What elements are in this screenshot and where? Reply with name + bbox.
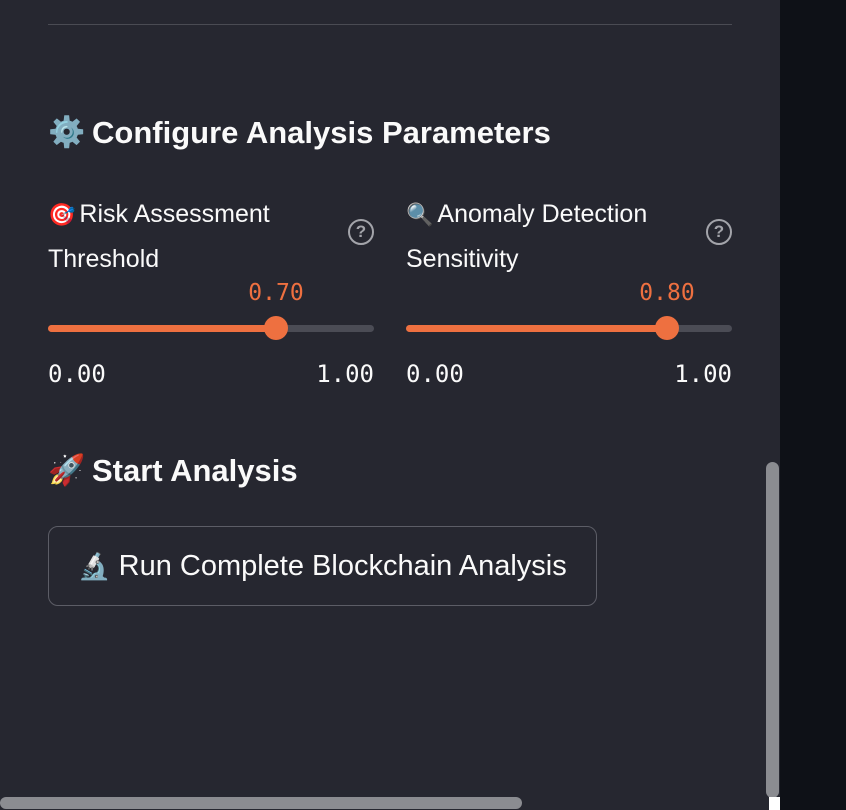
start-section-title-text: Start Analysis [92,453,298,488]
anomaly-sensitivity-label: 🔍 Anomaly Detection Sensitivity [406,192,676,282]
microscope-icon: 🔬 [78,550,111,581]
sidebar: ⚙️ Configure Analysis Parameters 🎯 Risk A… [0,0,780,810]
anomaly-sensitivity-max: 1.00 [674,360,732,388]
risk-threshold-value: 0.70 [248,280,304,306]
anomaly-sensitivity-track-fill [406,325,667,332]
anomaly-sensitivity-min: 0.00 [406,360,464,388]
anomaly-sensitivity-track[interactable] [406,325,732,332]
risk-threshold-label-text: Risk Assessment Threshold [48,200,270,273]
help-icon[interactable]: ? [348,219,374,245]
risk-threshold-slider[interactable]: 🎯 Risk Assessment Threshold ? 0.70 0.00 1… [48,192,374,392]
main-area-edge [780,0,846,810]
anomaly-sensitivity-thumb[interactable] [655,316,679,340]
horizontal-scrollbar[interactable] [0,797,522,809]
risk-threshold-track-fill [48,325,276,332]
config-section-title: ⚙️ Configure Analysis Parameters [48,114,551,152]
run-analysis-button[interactable]: 🔬 Run Complete Blockchain Analysis [48,526,597,606]
rocket-icon: 🚀 [48,454,86,487]
anomaly-sensitivity-slider[interactable]: 🔍 Anomaly Detection Sensitivity ? 0.80 0.… [406,192,732,392]
anomaly-sensitivity-value: 0.80 [639,280,695,306]
magnifier-icon: 🔍 [406,202,434,227]
risk-threshold-label: 🎯 Risk Assessment Threshold [48,192,318,282]
help-icon[interactable]: ? [706,219,732,245]
risk-threshold-thumb[interactable] [264,316,288,340]
vertical-scrollbar[interactable] [766,462,779,798]
divider [48,24,732,25]
risk-threshold-track[interactable] [48,325,374,332]
config-section-title-text: Configure Analysis Parameters [92,115,551,150]
risk-threshold-min: 0.00 [48,360,106,388]
target-icon: 🎯 [48,202,76,227]
gear-icon: ⚙️ [48,116,86,149]
scroll-corner [769,797,780,810]
start-section-title: 🚀 Start Analysis [48,452,298,490]
risk-threshold-max: 1.00 [316,360,374,388]
run-analysis-button-label: Run Complete Blockchain Analysis [118,549,567,582]
anomaly-sensitivity-label-text: Anomaly Detection Sensitivity [406,200,648,273]
